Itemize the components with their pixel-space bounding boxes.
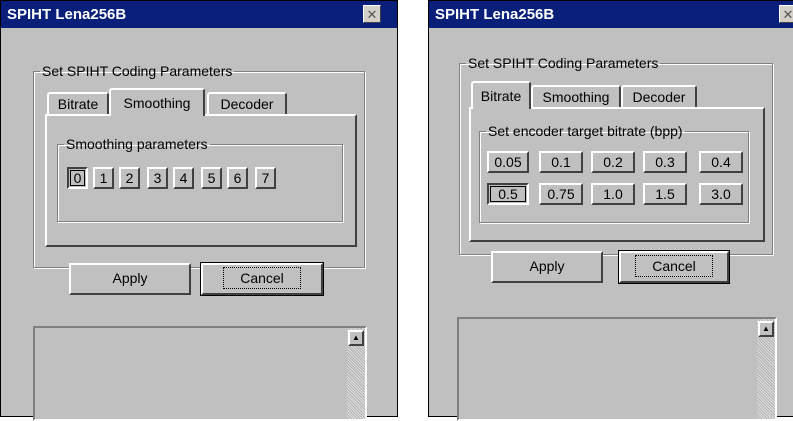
bitrate-1.0-button[interactable]: 1.0: [591, 183, 635, 205]
cancel-button[interactable]: Cancel: [200, 262, 324, 296]
tab-label: Smoothing: [123, 95, 191, 111]
output-listbox[interactable]: ▲: [457, 317, 777, 421]
close-icon[interactable]: ✕: [363, 5, 381, 23]
tab-decoder[interactable]: Decoder: [621, 85, 697, 109]
window-title: SPIHT Lena256B: [7, 6, 127, 23]
scroll-up-icon[interactable]: ▲: [348, 330, 364, 346]
tab-smoothing[interactable]: Smoothing: [109, 88, 205, 116]
tab-panel: Smoothing parameters 0 1 2 3 4 5 6 7: [45, 114, 357, 247]
scroll-up-icon[interactable]: ▲: [758, 321, 774, 337]
cancel-label: Cancel: [223, 267, 301, 289]
smoothing-7-button[interactable]: 7: [255, 167, 276, 189]
tab-label: Decoder: [220, 96, 274, 112]
title-bar[interactable]: SPIHT Lena256B: [429, 1, 793, 28]
apply-button[interactable]: Apply: [491, 251, 603, 283]
close-icon[interactable]: ✕: [779, 5, 793, 23]
tab-label: Bitrate: [480, 88, 522, 104]
tab-label: Bitrate: [57, 96, 99, 112]
output-listbox[interactable]: ▲: [33, 326, 367, 421]
group-legend: Set SPIHT Coding Parameters: [42, 63, 233, 79]
bitrate-0.05-button[interactable]: 0.05: [487, 151, 529, 173]
bitrate-0.2-button[interactable]: 0.2: [591, 151, 635, 173]
bitrate-group: Set encoder target bitrate (bpp): [479, 123, 749, 223]
dialog-smoothing: SPIHT Lena256B ✕ Set SPIHT Coding Parame…: [0, 0, 398, 421]
smoothing-0-button[interactable]: 0: [67, 167, 88, 189]
smoothing-2-button[interactable]: 2: [119, 167, 140, 189]
bitrate-0.75-button[interactable]: 0.75: [539, 183, 583, 205]
bitrate-0.1-button[interactable]: 0.1: [539, 151, 583, 173]
smoothing-5-button[interactable]: 5: [201, 167, 222, 189]
cancel-label: Cancel: [635, 255, 713, 277]
smoothing-6-button[interactable]: 6: [227, 167, 248, 189]
apply-label: Apply: [112, 270, 148, 286]
bitrate-0.3-button[interactable]: 0.3: [643, 151, 687, 173]
subgroup-legend: Set encoder target bitrate (bpp): [488, 123, 683, 139]
tab-label: Decoder: [632, 89, 686, 105]
bitrate-1.5-button[interactable]: 1.5: [643, 183, 687, 205]
tab-panel: Set encoder target bitrate (bpp) 0.05 0.…: [469, 107, 765, 242]
bitrate-0.4-button[interactable]: 0.4: [699, 151, 743, 173]
subgroup-legend: Smoothing parameters: [66, 136, 208, 152]
tab-label: Smoothing: [542, 89, 610, 105]
bitrate-0.5-button[interactable]: 0.5: [487, 183, 529, 205]
title-bar[interactable]: SPIHT Lena256B: [1, 1, 397, 28]
window-title: SPIHT Lena256B: [435, 6, 555, 23]
bitrate-3.0-button[interactable]: 3.0: [699, 183, 743, 205]
cancel-button[interactable]: Cancel: [618, 250, 730, 284]
dialog-bitrate: SPIHT Lena256B ✕ Set SPIHT Coding Parame…: [428, 0, 793, 421]
apply-button[interactable]: Apply: [69, 263, 191, 295]
tab-decoder[interactable]: Decoder: [207, 92, 287, 116]
apply-label: Apply: [529, 258, 565, 274]
smoothing-3-button[interactable]: 3: [147, 167, 168, 189]
tab-smoothing[interactable]: Smoothing: [531, 85, 621, 109]
smoothing-1-button[interactable]: 1: [93, 167, 114, 189]
smoothing-4-button[interactable]: 4: [173, 167, 194, 189]
tab-bitrate[interactable]: Bitrate: [471, 81, 531, 109]
tab-bitrate[interactable]: Bitrate: [47, 92, 109, 116]
group-legend: Set SPIHT Coding Parameters: [468, 55, 659, 71]
